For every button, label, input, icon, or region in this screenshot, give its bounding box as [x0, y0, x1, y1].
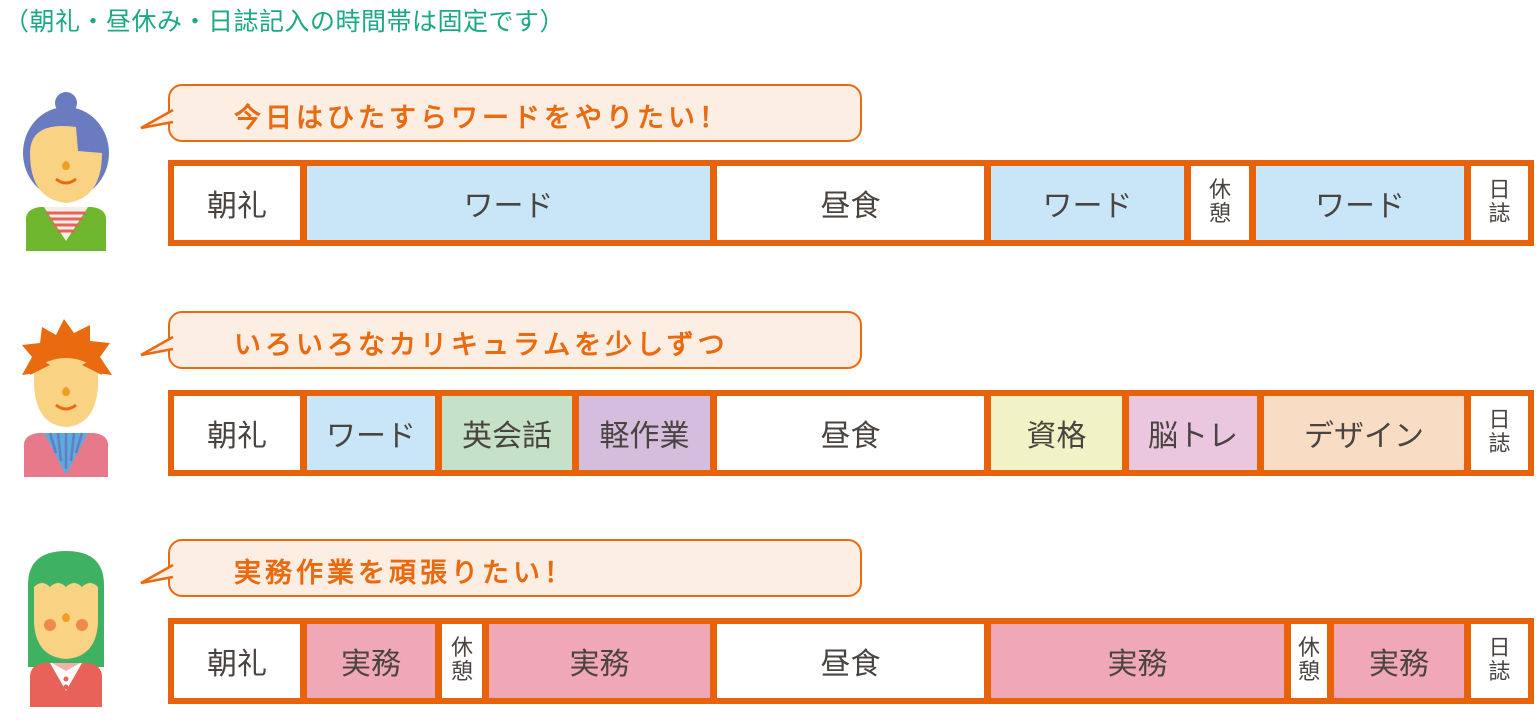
segment-label: 実務 — [1369, 647, 1429, 682]
schedule-segment: ワード — [307, 166, 710, 240]
schedule-segment: ワード — [1256, 166, 1464, 240]
segment-label: 英会話 — [462, 419, 552, 454]
segment-label: 誌 — [1488, 660, 1511, 685]
schedule-segment: 実務 — [307, 624, 435, 698]
segment-label: 実務 — [341, 647, 401, 682]
schedule-segment: 休憩 — [1191, 166, 1249, 240]
avatar-woman-green-hair-icon — [28, 551, 104, 707]
schedule-segment: 日誌 — [1471, 624, 1528, 698]
segment-label: 朝礼 — [207, 189, 267, 224]
schedule-segment: 軽作業 — [579, 396, 710, 470]
schedule-segment: 実務 — [1334, 624, 1464, 698]
schedule-segment: 資格 — [991, 396, 1122, 470]
schedule-bar: 朝礼 実務休憩実務 昼食 実務休憩実務日誌 — [168, 618, 1534, 704]
schedule-segment: ワード — [307, 396, 435, 470]
avatar-boy-spiky-hair-icon — [22, 319, 112, 477]
schedule-bar: 朝礼 ワード 英会話 軽作業 昼食 資格 脳トレ デザイン 日誌 — [168, 390, 1534, 476]
schedule-segment: 休憩 — [442, 624, 482, 698]
schedule-segment: 昼食 — [717, 396, 984, 470]
segment-label: 誌 — [1488, 432, 1511, 457]
speech-bubble: いろいろなカリキュラムを少しずつ — [140, 311, 862, 369]
segment-label: 脳トレ — [1148, 419, 1238, 454]
segment-label: 朝礼 — [207, 419, 267, 454]
schedule-bar: 朝礼 ワード 昼食 ワード 休憩 ワード 日誌 — [168, 160, 1534, 246]
schedule-segment: 昼食 — [717, 624, 984, 698]
segment-label: ワード — [463, 189, 554, 224]
fixed-time-note: （朝礼・昼休み・日誌記入の時間帯は固定です） — [4, 7, 566, 36]
schedule-segment: デザイン — [1264, 396, 1464, 470]
schedule-segment: 脳トレ — [1129, 396, 1257, 470]
segment-label: 朝礼 — [207, 647, 267, 682]
segment-label: 休 — [1208, 178, 1231, 203]
segment-label: 休 — [1297, 636, 1320, 661]
schedule-segment: 朝礼 — [174, 166, 300, 240]
segment-label: 日 — [1488, 178, 1511, 203]
segment-label: 日 — [1488, 408, 1511, 433]
segment-label: 日 — [1488, 636, 1511, 661]
segment-label: ワード — [326, 419, 416, 454]
bubble-text: いろいろなカリキュラムを少しずつ — [234, 330, 729, 361]
segment-label: ワード — [1315, 189, 1405, 224]
schedule-segment: 日誌 — [1471, 166, 1528, 240]
schedule-segment: 日誌 — [1471, 396, 1528, 470]
segment-label: 休 — [450, 636, 473, 661]
segment-label: 誌 — [1488, 202, 1511, 227]
segment-label: 実務 — [1107, 647, 1168, 682]
bubble-text: 今日はひたすらワードをやりたい！ — [234, 103, 730, 134]
schedule-segment: 休憩 — [1291, 624, 1327, 698]
bubble-text: 実務作業を頑張りたい！ — [234, 558, 575, 589]
segment-label: 昼食 — [820, 419, 881, 454]
segment-label: ワード — [1042, 189, 1133, 224]
schedule-segment: 朝礼 — [174, 396, 300, 470]
segment-label: 憩 — [450, 660, 473, 685]
segment-label: 資格 — [1026, 419, 1087, 454]
segment-label: 憩 — [1208, 202, 1231, 227]
avatar-woman-bun-icon — [23, 92, 109, 251]
segment-label: 憩 — [1297, 660, 1320, 685]
segment-label: デザイン — [1304, 419, 1424, 454]
schedule-segment: 実務 — [991, 624, 1284, 698]
segment-label: 昼食 — [820, 189, 881, 224]
schedule-segment: 英会話 — [442, 396, 572, 470]
segment-label: 実務 — [569, 647, 630, 682]
schedule-segment: 昼食 — [717, 166, 984, 240]
schedule-segment: ワード — [991, 166, 1184, 240]
segment-label: 軽作業 — [599, 419, 690, 454]
schedule-segment: 実務 — [489, 624, 710, 698]
speech-bubble: 今日はひたすらワードをやりたい！ — [140, 84, 862, 142]
speech-bubble: 実務作業を頑張りたい！ — [140, 539, 862, 597]
schedule-segment: 朝礼 — [174, 624, 300, 698]
segment-label: 昼食 — [820, 647, 881, 682]
